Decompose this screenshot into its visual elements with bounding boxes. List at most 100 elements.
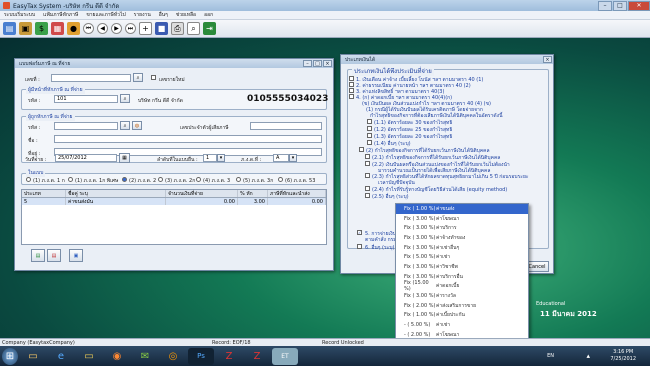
dropdown-option[interactable]: Fix ( 3.00 %) ค่าโฆษณา (396, 214, 528, 224)
dropdown-option[interactable]: Fix ( 3.00 %) ค่าจ้างทำของ (396, 233, 528, 243)
tax-form-minimize-button[interactable]: – (303, 60, 312, 67)
dropdown-option[interactable]: Fix ( 3.00 %) ค่าวิชาชีพ (396, 262, 528, 272)
line5-checkbox[interactable]: ✓ (357, 230, 362, 235)
payee-code-input[interactable] (54, 122, 118, 130)
dropdown-option[interactable]: Fix (15.00 %) ค่าดอกเบี้ย (396, 280, 528, 292)
first-record-icon[interactable]: ⏮ (83, 23, 94, 34)
document-icon[interactable]: ▤ (3, 22, 16, 35)
menu-item-tax-file[interactable]: แฟ้มภาษีหักภาษี (43, 11, 78, 19)
tax-type-dropdown-button[interactable]: ▾ (289, 154, 297, 162)
line6-checkbox[interactable] (357, 244, 362, 249)
calendar-button[interactable]: ▦ (119, 153, 130, 163)
dropdown-option[interactable]: Fix ( 3.00 %) ค่าบริการ (396, 223, 528, 233)
income-window-close-button[interactable]: × (543, 56, 552, 63)
detail-row-button[interactable]: ▣ (69, 249, 83, 262)
next-record-icon[interactable]: ▶ (111, 23, 122, 34)
delete-row-button[interactable]: ▤ (47, 249, 61, 262)
grid-cell-percent[interactable]: 3.00 (238, 198, 268, 205)
form-option-radio-4[interactable] (158, 177, 163, 182)
menu-item-help[interactable]: ช่วยเหลือ (176, 11, 196, 19)
income-line-checkbox[interactable] (365, 154, 370, 159)
income-line-checkbox[interactable] (367, 119, 372, 124)
box-icon[interactable]: ▣ (19, 22, 32, 35)
taxid-input[interactable] (51, 74, 131, 82)
menu-item-exit[interactable]: ออก (204, 11, 213, 19)
payee-lookup-button[interactable]: ⌕ (120, 121, 130, 130)
exit-icon[interactable]: ⇥ (203, 22, 216, 35)
language-indicator[interactable]: EN (547, 353, 554, 359)
outlook-icon[interactable]: ◎ (160, 348, 186, 365)
name-input[interactable] (54, 135, 322, 143)
dropdown-option[interactable]: Fix ( 3.00 %) ค่าเช่าอื่นๆ (396, 243, 528, 253)
last-record-icon[interactable]: ⏭ (125, 23, 136, 34)
new-icon[interactable]: + (139, 22, 152, 35)
easytax-icon[interactable]: ET (272, 347, 298, 365)
minimize-button[interactable]: – (598, 0, 612, 11)
payee-search-button[interactable]: ◍ (132, 121, 142, 130)
menu-item-system[interactable]: ระบบเริ่มระบบ (4, 11, 35, 19)
table-row[interactable]: 5 ค่าขนส่งมัน 0.00 3.00 0.00 (22, 198, 326, 205)
tax-type-select[interactable]: A (273, 154, 289, 162)
firefox-icon[interactable]: ◉ (104, 348, 130, 365)
income-line-checkbox[interactable] (365, 173, 370, 178)
grid-cell-desc[interactable]: ค่าขนส่งมัน (66, 198, 166, 205)
prev-record-icon[interactable]: ◀ (97, 23, 108, 34)
grid-cell-amount[interactable]: 0.00 (166, 198, 238, 205)
filezilla-2-icon[interactable]: Z (244, 348, 270, 365)
close-button[interactable]: ✕ (628, 0, 650, 11)
income-line-checkbox[interactable] (349, 94, 354, 99)
dropdown-option[interactable]: Fix ( 1.00 %) ค่าขนส่ง (396, 204, 528, 214)
taxid-lookup-button[interactable]: ⌕ (133, 73, 143, 82)
dropdown-option[interactable]: Fix ( 1.00 %) ค่าเบี้ยประกัน (396, 311, 528, 321)
print-icon[interactable]: ⎙ (171, 22, 184, 35)
form-option-radio-7[interactable] (278, 177, 283, 182)
form-option-radio-6[interactable] (236, 177, 241, 182)
maximize-button[interactable]: □ (613, 0, 627, 11)
network-icon[interactable]: ▴ (586, 352, 590, 360)
seq-input[interactable]: 1 (203, 154, 217, 162)
income-line-checkbox[interactable] (349, 82, 354, 87)
filezilla-icon[interactable]: Z (216, 348, 242, 365)
code-lookup-button[interactable]: ⌕ (120, 94, 130, 103)
income-line-checkbox[interactable] (367, 133, 372, 138)
date-input[interactable]: 25/07/2012 (55, 154, 117, 162)
income-line-checkbox[interactable] (367, 126, 372, 131)
income-line-checkbox[interactable] (365, 193, 370, 198)
menu-item-other[interactable]: อื่นๆ (159, 11, 168, 19)
money-icon[interactable]: $ (35, 22, 48, 35)
income-line-checkbox[interactable] (367, 140, 372, 145)
income-grid[interactable]: ประเภท ชื่อคู่ ระบุ จำนวนเงินที่จ่าย % ห… (21, 189, 327, 245)
form-option-radio-2[interactable] (68, 177, 73, 182)
code-input[interactable]: 101 (54, 95, 118, 103)
photoshop-icon[interactable]: Ps (188, 347, 214, 365)
save-icon[interactable]: ■ (155, 22, 168, 35)
tax-form-close-button[interactable]: × (323, 60, 332, 67)
income-line-checkbox[interactable] (349, 88, 354, 93)
explorer-icon[interactable]: ▭ (20, 348, 46, 365)
income-line-checkbox[interactable] (359, 147, 364, 152)
seq-dropdown-button[interactable]: ▾ (217, 154, 225, 162)
income-line-checkbox[interactable] (349, 76, 354, 81)
grid-cell-tax[interactable]: 0.00 (268, 198, 326, 205)
add-row-button[interactable]: ▤ (31, 249, 45, 262)
grid-cell-type[interactable]: 5 (22, 198, 66, 205)
start-icon[interactable]: ⊞ (2, 347, 18, 365)
income-line-checkbox[interactable] (365, 186, 370, 191)
form-option-radio-5[interactable] (196, 177, 201, 182)
tax-form-restore-button[interactable]: □ (313, 60, 322, 67)
menu-item-report[interactable]: รายงาน (134, 11, 151, 19)
dropdown-option[interactable]: - ( 5.00 %) ค่าเช่า (396, 320, 528, 330)
new-checkbox[interactable] (151, 75, 156, 80)
ie-icon[interactable]: e (48, 348, 74, 365)
search-icon[interactable]: ⌕ (187, 22, 200, 35)
dropdown-option[interactable]: Fix ( 5.00 %) ค่าเช่า (396, 252, 528, 262)
form-option-radio-1[interactable] (26, 177, 31, 182)
payee-taxid-input[interactable] (250, 122, 322, 130)
withholding-type-dropdown[interactable]: Fix ( 1.00 %) ค่าขนส่ง Fix ( 3.00 %) ค่าโฆษ… (395, 203, 529, 347)
chat-icon[interactable]: ✉ (132, 348, 158, 365)
folder-icon[interactable]: ▭ (76, 348, 102, 365)
calendar-icon[interactable]: ▦ (51, 22, 64, 35)
tray-clock[interactable]: 3:16 PM 7/25/2012 (610, 349, 636, 363)
form-option-radio-3[interactable] (122, 177, 127, 182)
dropdown-option[interactable]: Fix ( 3.00 %) ค่ารางวัล (396, 291, 528, 301)
